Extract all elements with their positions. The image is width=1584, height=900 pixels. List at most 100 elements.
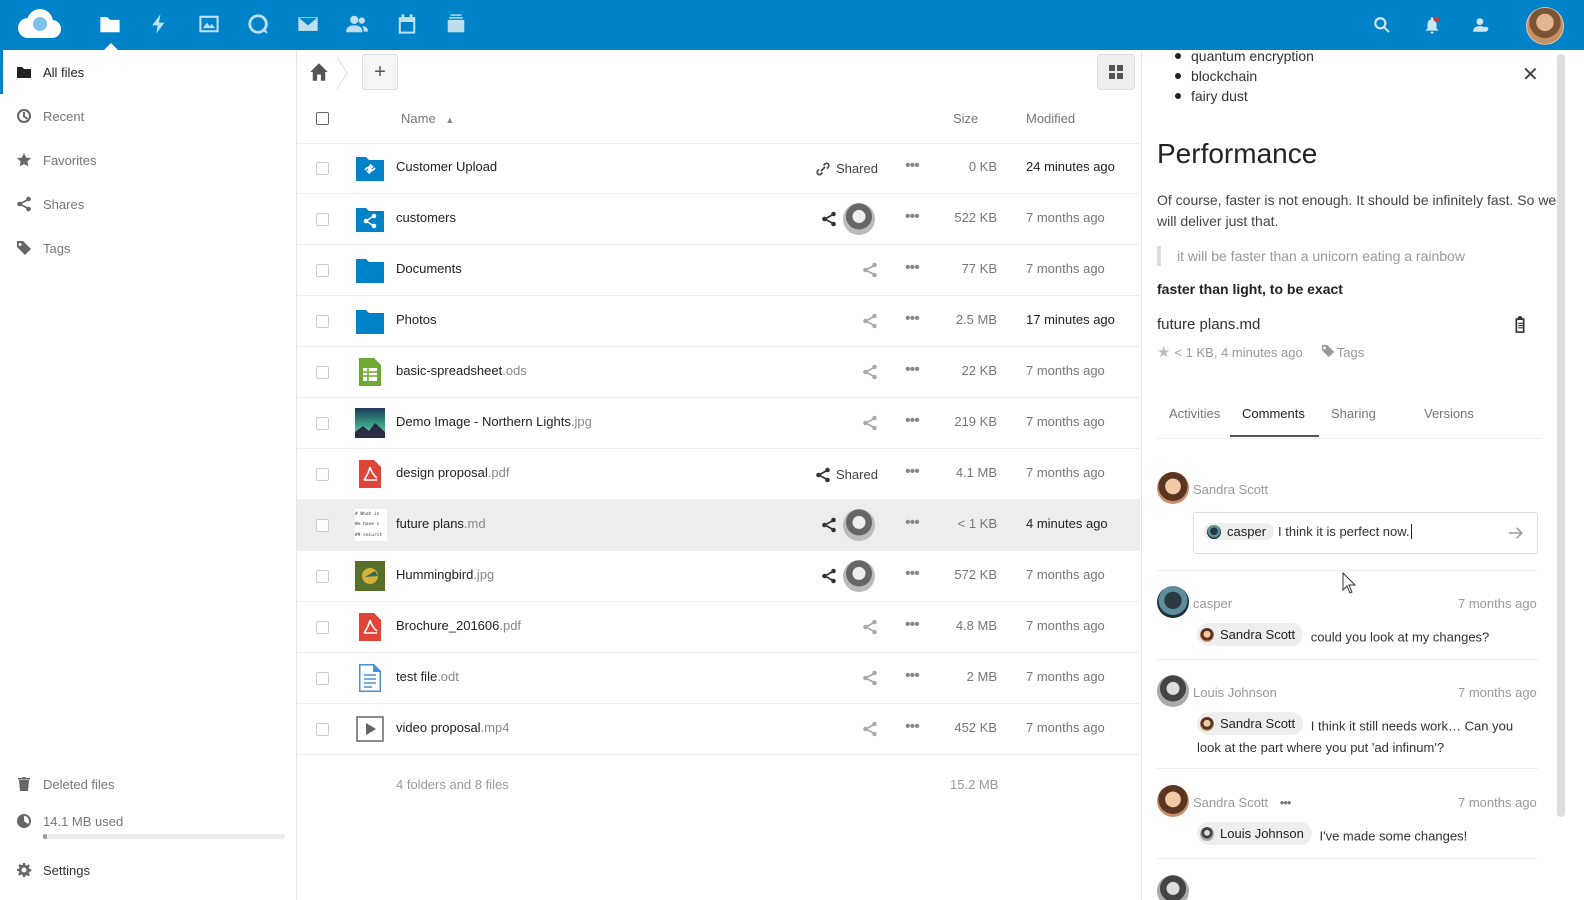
gallery-icon[interactable] (197, 12, 221, 36)
share-icon[interactable] (815, 467, 831, 483)
row-checkbox[interactable] (316, 468, 329, 481)
activity-icon[interactable] (147, 12, 171, 36)
more-actions-icon[interactable]: ••• (905, 667, 920, 685)
table-row[interactable]: Hummingbird.jpg ••• 572 KB 7 months ago (297, 551, 1140, 602)
mail-icon[interactable] (296, 12, 320, 36)
share-icon[interactable] (862, 313, 878, 329)
share-icon[interactable] (821, 517, 837, 533)
table-row[interactable]: test file.odt ••• 2 MB 7 months ago (297, 653, 1140, 704)
share-icon[interactable] (862, 721, 878, 737)
favorite-star-icon[interactable]: ★ (1157, 343, 1170, 361)
table-row[interactable]: design proposal.pdf Shared ••• 4.1 MB 7 mont… (297, 449, 1140, 500)
nav-recent[interactable]: Recent (0, 94, 296, 138)
shared-label[interactable]: Shared (836, 161, 878, 176)
calendar-icon[interactable] (395, 12, 419, 36)
new-comment-input[interactable]: casper I think it is perfect now. (1193, 512, 1538, 554)
link-icon[interactable] (815, 161, 831, 177)
file-name[interactable]: future plans.md (396, 516, 486, 531)
table-row[interactable]: Documents ••• 77 KB 7 months ago (297, 245, 1140, 296)
row-checkbox[interactable] (316, 621, 329, 634)
file-name[interactable]: Demo Image - Northern Lights.jpg (396, 414, 592, 429)
table-row[interactable]: # What is We have s ## securit future plans… (297, 500, 1140, 551)
row-checkbox[interactable] (316, 672, 329, 685)
close-sidebar-icon[interactable]: ✕ (1522, 62, 1539, 87)
more-actions-icon[interactable]: ••• (905, 361, 920, 379)
share-icon[interactable] (862, 364, 878, 380)
tab-versions[interactable]: Versions (1424, 406, 1474, 421)
file-name[interactable]: video proposal.mp4 (396, 720, 509, 735)
share-icon[interactable] (862, 415, 878, 431)
table-row[interactable]: Photos ••• 2.5 MB 17 minutes ago (297, 296, 1140, 347)
share-icon[interactable] (862, 619, 878, 635)
talk-icon[interactable] (246, 12, 270, 36)
table-row[interactable]: basic-spreadsheet.ods ••• 22 KB 7 months ag… (297, 347, 1140, 398)
sharee-avatar[interactable] (843, 509, 875, 541)
more-actions-icon[interactable]: ••• (905, 259, 920, 277)
more-actions-icon[interactable]: ••• (905, 157, 920, 175)
row-checkbox[interactable] (316, 264, 329, 277)
row-checkbox[interactable] (316, 315, 329, 328)
file-name[interactable]: Hummingbird.jpg (396, 567, 494, 582)
more-actions-icon[interactable]: ••• (905, 412, 920, 430)
nav-tags[interactable]: Tags (0, 226, 296, 270)
more-actions-icon[interactable]: ••• (905, 514, 920, 532)
details-scrollbar[interactable] (1557, 54, 1565, 817)
tags-link[interactable]: Tags (1337, 345, 1364, 360)
file-name[interactable]: basic-spreadsheet.ods (396, 363, 527, 378)
row-checkbox[interactable] (316, 519, 329, 532)
file-name[interactable]: test file.odt (396, 669, 459, 684)
nextcloud-logo-icon[interactable] (10, 6, 64, 42)
nav-all-files[interactable]: All files (0, 50, 299, 94)
deck-icon[interactable] (444, 12, 468, 36)
nav-settings[interactable]: Settings (0, 848, 296, 892)
row-checkbox[interactable] (316, 213, 329, 226)
user-avatar[interactable] (1526, 7, 1564, 45)
nav-favorites[interactable]: Favorites (0, 138, 296, 182)
more-actions-icon[interactable]: ••• (905, 718, 920, 736)
grid-view-toggle[interactable] (1097, 54, 1135, 90)
sharee-avatar[interactable] (843, 560, 875, 592)
row-checkbox[interactable] (316, 417, 329, 430)
comment-menu-icon[interactable]: ••• (1280, 795, 1292, 810)
home-icon[interactable] (309, 62, 329, 82)
sharee-avatar[interactable] (843, 203, 875, 235)
send-arrow-icon[interactable] (1508, 525, 1524, 541)
file-name[interactable]: Customer Upload (396, 159, 497, 174)
contacts-menu-icon[interactable] (1469, 13, 1493, 37)
row-checkbox[interactable] (316, 366, 329, 379)
table-row[interactable]: Customer Upload Shared ••• 0 KB 24 minutes a… (297, 143, 1140, 194)
more-actions-icon[interactable]: ••• (905, 463, 920, 481)
table-row[interactable]: video proposal.mp4 ••• 452 KB 7 months ago (297, 704, 1140, 755)
share-icon[interactable] (821, 211, 837, 227)
row-checkbox[interactable] (316, 570, 329, 583)
share-icon[interactable] (821, 568, 837, 584)
clipboard-icon[interactable] (1511, 316, 1529, 334)
more-actions-icon[interactable]: ••• (905, 208, 920, 226)
nav-shares[interactable]: Shares (0, 182, 296, 226)
file-name[interactable]: Photos (396, 312, 436, 327)
row-checkbox[interactable] (316, 162, 329, 175)
more-actions-icon[interactable]: ••• (905, 310, 920, 328)
share-icon[interactable] (862, 262, 878, 278)
more-actions-icon[interactable]: ••• (905, 565, 920, 583)
row-checkbox[interactable] (316, 723, 329, 736)
tab-activities[interactable]: Activities (1169, 406, 1220, 421)
file-name[interactable]: design proposal.pdf (396, 465, 509, 480)
file-name[interactable]: customers (396, 210, 456, 225)
notifications-icon[interactable] (1420, 13, 1444, 37)
files-app-icon[interactable] (98, 12, 122, 36)
table-row[interactable]: customers ••• 522 KB 7 months ago (297, 194, 1140, 245)
tab-comments[interactable]: Comments (1242, 406, 1305, 421)
add-new-button[interactable]: + (362, 54, 398, 90)
sort-by-size[interactable]: Size (953, 111, 978, 126)
more-actions-icon[interactable]: ••• (905, 616, 920, 634)
table-row[interactable]: Brochure_201606.pdf ••• 4.8 MB 7 months ago (297, 602, 1140, 653)
select-all-checkbox[interactable] (316, 112, 329, 125)
sort-by-name[interactable]: Name ▲ (401, 111, 454, 126)
tab-sharing[interactable]: Sharing (1331, 406, 1376, 421)
file-name[interactable]: Documents (396, 261, 462, 276)
contacts-icon[interactable] (345, 12, 369, 36)
share-icon[interactable] (862, 670, 878, 686)
search-icon[interactable] (1370, 13, 1394, 37)
shared-label[interactable]: Shared (836, 467, 878, 482)
